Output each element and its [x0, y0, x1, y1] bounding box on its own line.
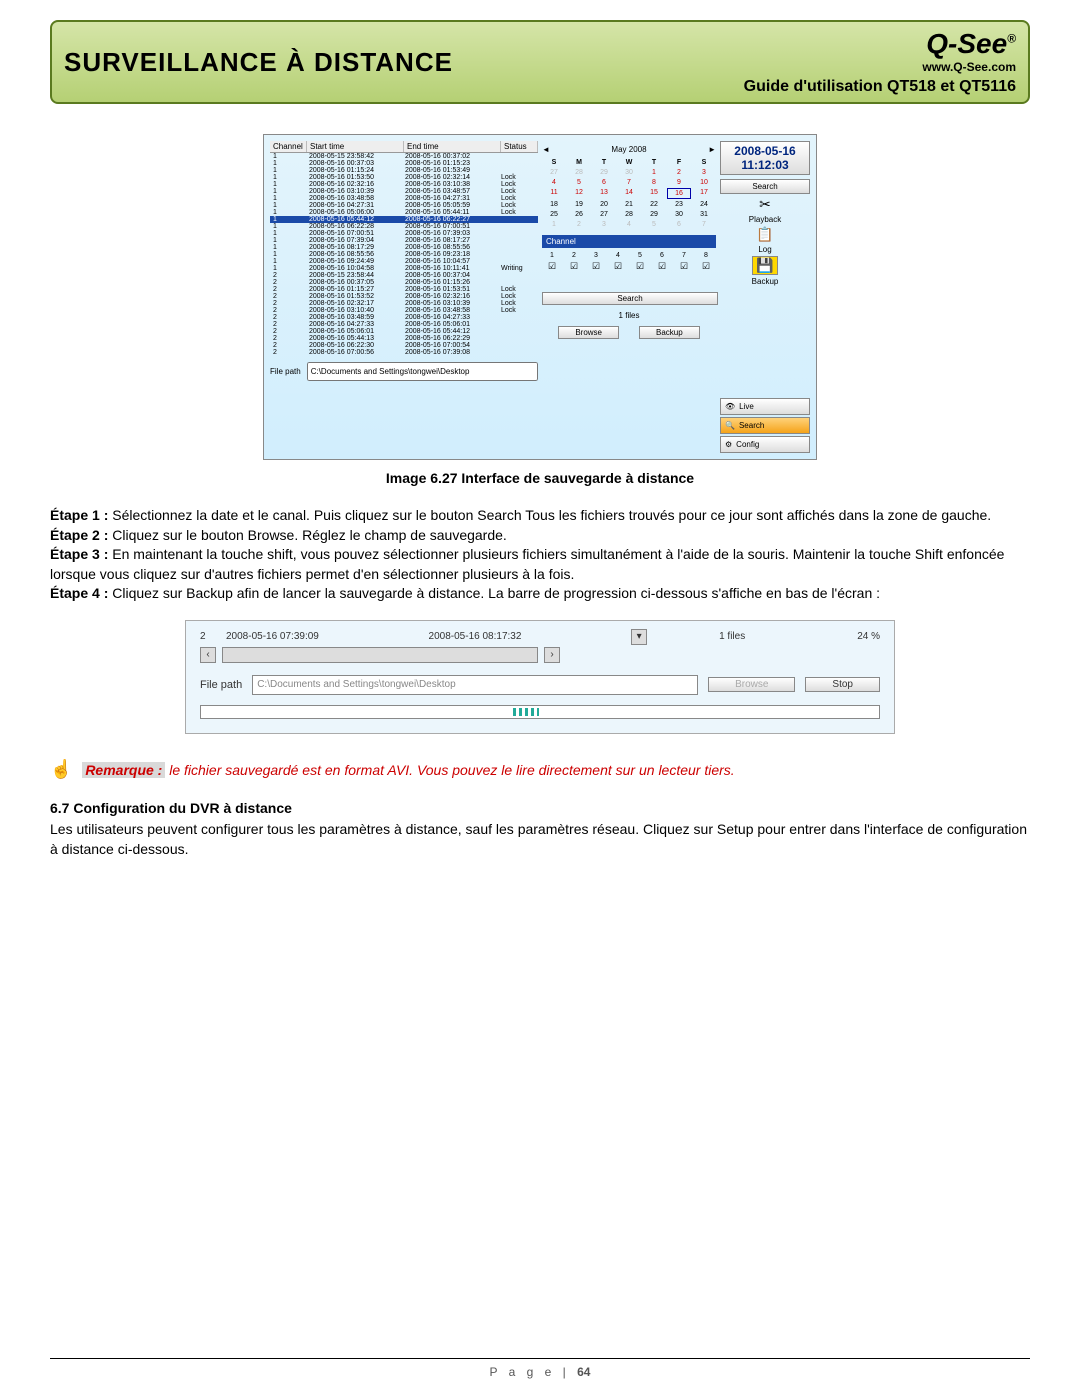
- mode-config[interactable]: ⚙Config: [720, 436, 810, 453]
- file-row[interactable]: 12008-05-16 01:15:242008-05-16 01:53:49: [270, 167, 538, 174]
- search-icon: 🔍: [725, 421, 735, 430]
- file-row[interactable]: 12008-05-16 00:37:032008-05-16 01:15:23: [270, 160, 538, 167]
- qsee-logo: Q-See®: [926, 28, 1016, 60]
- playback-icon[interactable]: ✂: [720, 196, 810, 213]
- section-6-7-heading: 6.7 Configuration du DVR à distance: [50, 800, 1030, 816]
- channel-checkbox[interactable]: [652, 261, 672, 272]
- datetime-display: 2008-05-16 11:12:03: [720, 141, 810, 175]
- ss2-files: 1 files: [719, 631, 745, 642]
- file-row[interactable]: 12008-05-16 06:22:282008-05-16 07:00:51: [270, 223, 538, 230]
- file-row[interactable]: 22008-05-15 23:58:442008-05-16 00:37:04: [270, 272, 538, 279]
- channel-checkbox[interactable]: [586, 261, 606, 272]
- file-row[interactable]: 22008-05-16 07:00:562008-05-16 07:39:08: [270, 349, 538, 356]
- file-row[interactable]: 12008-05-16 02:32:162008-05-16 03:10:38L…: [270, 181, 538, 188]
- cal-next-icon[interactable]: ►: [708, 145, 716, 154]
- channel-checkbox[interactable]: [564, 261, 584, 272]
- channel-checkbox[interactable]: [696, 261, 716, 272]
- page-footer: P a g e | 64: [50, 1358, 1030, 1379]
- file-row[interactable]: 12008-05-16 01:53:502008-05-16 02:32:14L…: [270, 174, 538, 181]
- file-row[interactable]: 12008-05-16 10:04:582008-05-16 10:11:41W…: [270, 265, 538, 272]
- scroll-left-icon[interactable]: ‹: [200, 647, 216, 663]
- header-bar: SURVEILLANCE À DISTANCE Q-See® www.Q-See…: [50, 20, 1030, 104]
- hand-icon: ☝: [50, 759, 72, 779]
- ss2-browse-button[interactable]: Browse: [708, 677, 795, 692]
- file-row[interactable]: 22008-05-16 04:27:332008-05-16 05:06:01: [270, 321, 538, 328]
- gear-icon: ⚙: [725, 440, 732, 449]
- ss2-stop-button[interactable]: Stop: [805, 677, 880, 692]
- backup-icon[interactable]: 💾: [752, 256, 778, 275]
- backup-label: Backup: [720, 277, 810, 286]
- progress-screenshot: 2 2008-05-16 07:39:09 2008-05-16 08:17:3…: [185, 620, 895, 734]
- note-label: Remarque :: [82, 762, 165, 778]
- header-right: Q-See® www.Q-See.com Guide d'utilisation…: [744, 28, 1016, 96]
- channel-checkbox[interactable]: [542, 261, 562, 272]
- file-row[interactable]: 12008-05-16 07:39:042008-05-16 08:17:27: [270, 237, 538, 244]
- file-row[interactable]: 12008-05-16 08:17:292008-05-16 08:55:56: [270, 244, 538, 251]
- filepath-label: File path: [270, 367, 301, 376]
- channel-grid[interactable]: 12345678: [542, 252, 716, 272]
- side-search-button[interactable]: Search: [720, 179, 810, 194]
- file-row[interactable]: 22008-05-16 06:22:302008-05-16 07:00:54: [270, 342, 538, 349]
- file-row[interactable]: 22008-05-16 01:15:272008-05-16 01:53:51L…: [270, 286, 538, 293]
- file-row[interactable]: 12008-05-16 07:00:512008-05-16 07:39:03: [270, 230, 538, 237]
- search-button[interactable]: Search: [542, 292, 718, 305]
- browse-button[interactable]: Browse: [558, 326, 619, 339]
- file-row[interactable]: 12008-05-16 08:55:562008-05-16 09:23:18: [270, 251, 538, 258]
- table-header: Channel Start time End time Status: [270, 141, 538, 153]
- note-text: le fichier sauvegardé est en format AVI.…: [169, 762, 734, 778]
- guide-subtitle: Guide d'utilisation QT518 et QT5116: [744, 78, 1016, 96]
- filepath-input[interactable]: [307, 362, 538, 381]
- cal-month-label: May 2008: [611, 145, 646, 154]
- file-row[interactable]: 22008-05-16 03:10:402008-05-16 03:48:58L…: [270, 307, 538, 314]
- note-line: ☝ Remarque : le fichier sauvegardé est e…: [50, 759, 1030, 780]
- file-count: 1 files: [542, 311, 716, 320]
- instructions-text: Étape 1 : Sélectionnez la date et le can…: [50, 506, 1030, 604]
- file-row[interactable]: 12008-05-16 09:24:492008-05-16 10:04:57: [270, 258, 538, 265]
- file-row[interactable]: 22008-05-16 02:32:172008-05-16 03:10:39L…: [270, 300, 538, 307]
- calendar-grid[interactable]: SMTWTFS272829301234567891011121314151617…: [542, 158, 716, 229]
- page-title: SURVEILLANCE À DISTANCE: [64, 47, 453, 78]
- file-row[interactable]: 22008-05-16 05:06:012008-05-16 05:44:12: [270, 328, 538, 335]
- log-label: Log: [720, 245, 810, 254]
- mode-live[interactable]: 👁Live: [720, 398, 810, 415]
- backup-interface-screenshot: Channel Start time End time Status 12008…: [263, 134, 817, 460]
- file-row[interactable]: 12008-05-16 04:27:312008-05-16 05:05:59L…: [270, 202, 538, 209]
- channel-checkbox[interactable]: [608, 261, 628, 272]
- section-6-7-text: Les utilisateurs peuvent configurer tous…: [50, 820, 1030, 859]
- file-row[interactable]: 22008-05-16 03:48:592008-05-16 04:27:33: [270, 314, 538, 321]
- file-row[interactable]: 12008-05-15 23:58:422008-05-16 00:37:02: [270, 153, 538, 160]
- file-row[interactable]: 22008-05-16 05:44:132008-05-16 06:22:29: [270, 335, 538, 342]
- channel-checkbox[interactable]: [630, 261, 650, 272]
- file-row[interactable]: 22008-05-16 00:37:052008-05-16 01:15:26: [270, 279, 538, 286]
- channel-header: Channel: [542, 235, 716, 248]
- file-row[interactable]: 22008-05-16 01:53:522008-05-16 02:32:16L…: [270, 293, 538, 300]
- file-row[interactable]: 12008-05-16 03:48:582008-05-16 04:27:31L…: [270, 195, 538, 202]
- ss2-filepath-label: File path: [200, 679, 242, 691]
- file-row[interactable]: 12008-05-16 05:06:002008-05-16 05:44:11L…: [270, 209, 538, 216]
- ss2-filepath-input[interactable]: [252, 675, 698, 695]
- file-list[interactable]: 12008-05-15 23:58:422008-05-16 00:37:021…: [270, 153, 538, 356]
- backup-button[interactable]: Backup: [639, 326, 700, 339]
- ss2-start: 2008-05-16 07:39:09: [226, 631, 423, 642]
- image-caption-1: Image 6.27 Interface de sauvegarde à dis…: [50, 470, 1030, 486]
- channel-checkbox[interactable]: [674, 261, 694, 272]
- ss2-end: 2008-05-16 08:17:32: [429, 631, 626, 642]
- progress-bar: [200, 705, 880, 719]
- playback-label: Playback: [720, 215, 810, 224]
- file-row[interactable]: 12008-05-16 05:44:122008-05-16 06:22:27: [270, 216, 538, 223]
- log-icon[interactable]: 📋: [720, 226, 810, 243]
- ss2-channel: 2: [200, 631, 220, 642]
- eye-icon: 👁: [725, 402, 735, 411]
- ss2-percent: 24 %: [857, 631, 880, 642]
- cal-prev-icon[interactable]: ◄: [542, 145, 550, 154]
- qsee-url: www.Q-See.com: [922, 60, 1016, 74]
- mode-search[interactable]: 🔍Search: [720, 417, 810, 434]
- scroll-right-icon[interactable]: ›: [544, 647, 560, 663]
- file-row[interactable]: 12008-05-16 03:10:392008-05-16 03:48:57L…: [270, 188, 538, 195]
- scroll-down-icon[interactable]: ▾: [631, 629, 647, 645]
